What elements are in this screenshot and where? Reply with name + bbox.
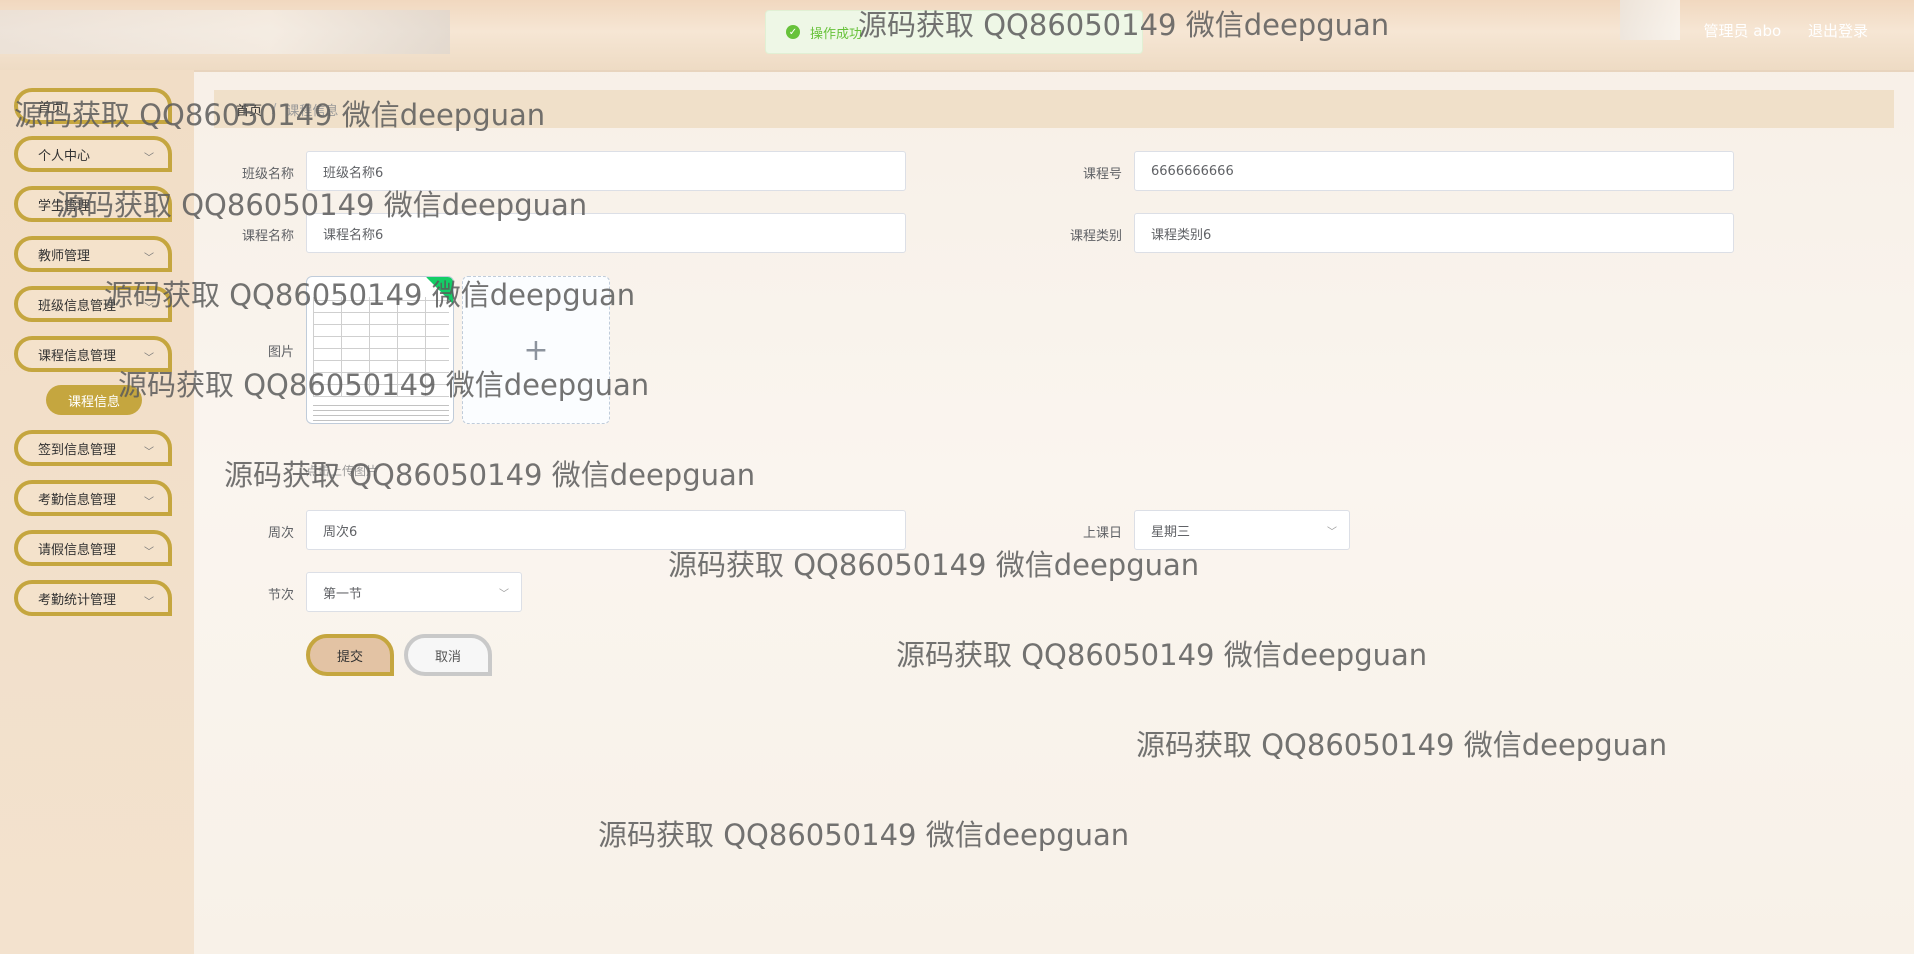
- chevron-down-icon: ﹀: [1327, 527, 1337, 538]
- class-name-field[interactable]: 班级名称6: [306, 151, 906, 191]
- period-label: 节次: [267, 588, 294, 603]
- sidebar-item-label: 首页: [38, 100, 65, 116]
- watermark-text: 源码获取 QQ86050149 微信deepguan: [224, 458, 756, 492]
- chevron-down-icon: ﹀: [144, 253, 154, 264]
- course-no-label: 课程号: [1082, 167, 1122, 182]
- sidebar-item-leave-info[interactable]: 请假信息管理 ﹀: [14, 530, 172, 566]
- weekday-select[interactable]: 星期三 ﹀: [1134, 510, 1350, 550]
- admin-user-label: 管理员 abo: [1703, 22, 1782, 40]
- success-toast: ✓ 操作成功: [765, 10, 1143, 54]
- course-type-label: 课程类别: [1069, 229, 1122, 244]
- sidebar-item-attendance-stats[interactable]: 考勤统计管理 ﹀: [14, 580, 172, 616]
- breadcrumb-separator: /: [272, 101, 277, 117]
- submenu-item-course-info[interactable]: 课程信息: [46, 385, 142, 415]
- watermark-text: 源码获取 QQ86050149 微信deepguan: [598, 818, 1130, 852]
- weekday-label: 上课日: [1082, 526, 1122, 541]
- logout-link[interactable]: 退出登录: [1808, 22, 1868, 40]
- week-label: 周次: [267, 526, 294, 541]
- week-field[interactable]: 周次6: [306, 510, 906, 550]
- course-no-field[interactable]: 6666666666: [1134, 151, 1734, 191]
- sidebar-item-label: 请假信息管理: [38, 542, 117, 558]
- sidebar-item-label: 教师管理: [38, 248, 91, 264]
- check-circle-icon: ✓: [786, 25, 800, 39]
- sidebar-item-label: 签到信息管理: [38, 442, 117, 458]
- chevron-down-icon: ﹀: [144, 303, 154, 314]
- course-type-field[interactable]: 课程类别6: [1134, 213, 1734, 253]
- header-decoration: [0, 10, 450, 54]
- chevron-down-icon: ﹀: [144, 597, 154, 608]
- sidebar-item-class-info[interactable]: 班级信息管理 ﹀: [14, 286, 172, 322]
- header-decoration-right: [1620, 0, 1680, 40]
- chevron-down-icon: ﹀: [144, 497, 154, 508]
- uploaded-picture-thumbnail[interactable]: [306, 276, 454, 424]
- chevron-down-icon: ﹀: [144, 447, 154, 458]
- chevron-down-icon: ﹀: [144, 153, 154, 164]
- header-user-area: 管理员 abo 退出登录: [1682, 20, 1868, 41]
- course-name-label: 课程名称: [241, 229, 294, 244]
- submit-button[interactable]: 提交: [306, 634, 394, 676]
- sidebar-item-course-info[interactable]: 课程信息管理 ﹀: [14, 336, 172, 372]
- watermark-text: 源码获取 QQ86050149 微信deepguan: [896, 638, 1428, 672]
- plus-icon: +: [523, 332, 549, 368]
- sidebar-item-label: 考勤信息管理: [38, 492, 117, 508]
- sidebar-item-label: 考勤统计管理: [38, 592, 117, 608]
- class-name-label: 班级名称: [241, 167, 294, 182]
- breadcrumb-home[interactable]: 首页: [236, 100, 262, 119]
- sidebar-item-label: 个人中心: [38, 148, 91, 164]
- sidebar-item-label: 班级信息管理: [38, 298, 117, 314]
- breadcrumb: 首页 / 课程信息: [214, 90, 1894, 128]
- chevron-down-icon: ﹀: [144, 203, 154, 214]
- chevron-down-icon: ﹀: [499, 589, 509, 600]
- sidebar-item-teachers[interactable]: 教师管理 ﹀: [14, 236, 172, 272]
- timetable-image-notes: [313, 401, 449, 421]
- sidebar-item-label: 课程信息管理: [38, 348, 117, 364]
- sidebar-item-students[interactable]: 学生管理 ﹀: [14, 186, 172, 222]
- picture-label: 图片: [267, 345, 294, 360]
- period-value: 第一节: [323, 586, 363, 602]
- weekday-value: 星期三: [1151, 524, 1191, 540]
- sidebar-item-home[interactable]: 首页: [14, 88, 172, 124]
- timetable-image: [313, 297, 449, 397]
- sidebar-item-attendance-info[interactable]: 考勤信息管理 ﹀: [14, 480, 172, 516]
- course-name-field[interactable]: 课程名称6: [306, 213, 906, 253]
- cancel-button[interactable]: 取消: [404, 634, 492, 676]
- watermark-text: 源码获取 QQ86050149 微信deepguan: [1136, 728, 1668, 762]
- breadcrumb-current: 课程信息: [286, 103, 339, 119]
- sidebar-item-personal-center[interactable]: 个人中心 ﹀: [14, 136, 172, 172]
- upload-hint: 点击上传图片: [306, 464, 379, 478]
- chevron-down-icon: ﹀: [144, 353, 154, 364]
- sidebar-item-label: 学生管理: [38, 198, 91, 214]
- sidebar-item-checkin-info[interactable]: 签到信息管理 ﹀: [14, 430, 172, 466]
- picture-upload-button[interactable]: +: [462, 276, 610, 424]
- chevron-down-icon: ﹀: [144, 547, 154, 558]
- toast-message: 操作成功: [810, 26, 863, 42]
- period-select[interactable]: 第一节 ﹀: [306, 572, 522, 612]
